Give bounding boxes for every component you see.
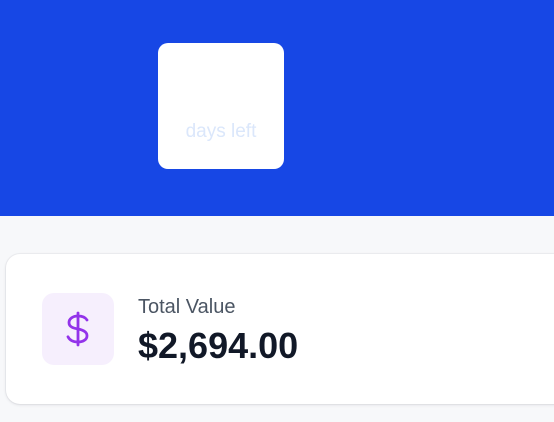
days-left-caption: days left (185, 121, 257, 142)
total-value-amount: $2,694.00 (138, 325, 299, 366)
dollar-icon-badge (42, 293, 114, 365)
total-value-label: Total Value (138, 296, 236, 318)
total-value-card: Total Value $2,694.00 (6, 254, 554, 404)
days-left-tile: days left (158, 43, 284, 169)
dollar-sign-icon (66, 311, 89, 347)
hero-banner: days left (0, 0, 554, 216)
